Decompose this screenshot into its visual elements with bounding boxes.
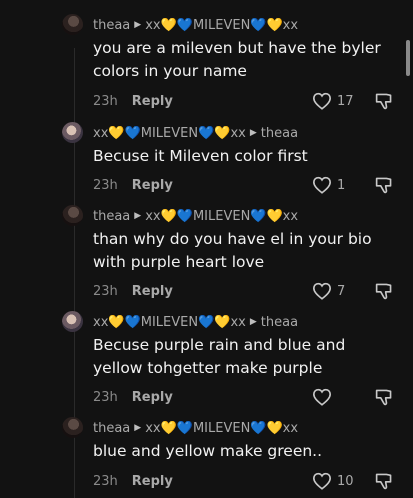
scrollbar[interactable] [406, 40, 410, 76]
comment-meta: 23h Reply [93, 387, 173, 407]
comment-meta: 23h Reply [93, 281, 173, 301]
like-count: 7 [337, 283, 346, 299]
reply-button[interactable]: Reply [132, 474, 173, 489]
comment-actions: 1 [312, 175, 394, 195]
comment-text: than why do you have el in your bio with… [93, 230, 372, 271]
timestamp: 23h [93, 473, 118, 489]
caret-right-icon: ▶ [249, 128, 257, 138]
heart-outline-icon [312, 472, 332, 490]
comment-header: theaa ▶ xx💛💙MILEVEN💙💛xx [93, 15, 298, 35]
caret-right-icon: ▶ [134, 423, 142, 433]
comment-text: Becuse it Mileven color first [93, 147, 308, 165]
thumbs-down-outline-icon[interactable] [374, 92, 394, 110]
timestamp: 23h [93, 93, 118, 109]
like-button[interactable]: 7 [312, 282, 372, 300]
avatar[interactable] [62, 417, 83, 438]
comment-actions: 17 [312, 91, 394, 111]
thumbs-down-outline-icon[interactable] [374, 282, 394, 300]
heart-outline-icon [312, 388, 332, 406]
comment-meta: 23h Reply [93, 471, 173, 491]
comment-header: theaa ▶ xx💛💙MILEVEN💙💛xx [93, 418, 298, 438]
avatar[interactable] [62, 311, 83, 332]
avatar[interactable] [62, 205, 83, 226]
comment-meta: 23h Reply [93, 175, 173, 195]
reply-to-name[interactable]: theaa [261, 315, 298, 330]
reply-to-name[interactable]: xx💛💙MILEVEN💙💛xx [145, 18, 298, 33]
heart-outline-icon [312, 282, 332, 300]
caret-right-icon: ▶ [134, 211, 142, 221]
like-button[interactable]: 17 [312, 92, 372, 110]
timestamp: 23h [93, 177, 118, 193]
thumbs-down-outline-icon[interactable] [374, 388, 394, 406]
reply-to-name[interactable]: theaa [261, 126, 298, 141]
comment-header: xx💛💙MILEVEN💙💛xx ▶ theaa [93, 312, 298, 332]
comment-text: Becuse purple rain and blue and yellow t… [93, 336, 346, 377]
comment-text: blue and yellow make green.. [93, 442, 323, 460]
reply-to-name[interactable]: xx💛💙MILEVEN💙💛xx [145, 209, 298, 224]
author-name[interactable]: xx💛💙MILEVEN💙💛xx [93, 126, 246, 141]
thumbs-down-outline-icon[interactable] [374, 176, 394, 194]
reply-button[interactable]: Reply [132, 284, 173, 299]
author-name[interactable]: theaa [93, 18, 130, 33]
reply-button[interactable]: Reply [132, 178, 173, 193]
heart-outline-icon [312, 92, 332, 110]
comment-actions: 10 [312, 471, 394, 491]
comment-meta: 23h Reply [93, 91, 173, 111]
author-name[interactable]: xx💛💙MILEVEN💙💛xx [93, 315, 246, 330]
reply-button[interactable]: Reply [132, 94, 173, 109]
timestamp: 23h [93, 389, 118, 405]
comment-actions [312, 387, 394, 407]
reply-button[interactable]: Reply [132, 390, 173, 405]
comment-header: xx💛💙MILEVEN💙💛xx ▶ theaa [93, 123, 298, 143]
author-name[interactable]: theaa [93, 421, 130, 436]
caret-right-icon: ▶ [249, 317, 257, 327]
thumbs-down-outline-icon[interactable] [374, 472, 394, 490]
like-button[interactable] [312, 388, 372, 406]
comment-text: you are a mileven but have the byler col… [93, 39, 381, 80]
like-button[interactable]: 10 [312, 472, 372, 490]
timestamp: 23h [93, 283, 118, 299]
like-count: 1 [337, 177, 346, 193]
avatar[interactable] [62, 14, 83, 35]
comment-actions: 7 [312, 281, 394, 301]
comment-header: theaa ▶ xx💛💙MILEVEN💙💛xx [93, 206, 298, 226]
reply-to-name[interactable]: xx💛💙MILEVEN💙💛xx [145, 421, 298, 436]
avatar[interactable] [62, 122, 83, 143]
like-count: 10 [337, 473, 354, 489]
like-count: 17 [337, 93, 354, 109]
heart-outline-icon [312, 176, 332, 194]
author-name[interactable]: theaa [93, 209, 130, 224]
caret-right-icon: ▶ [134, 20, 142, 30]
like-button[interactable]: 1 [312, 176, 372, 194]
